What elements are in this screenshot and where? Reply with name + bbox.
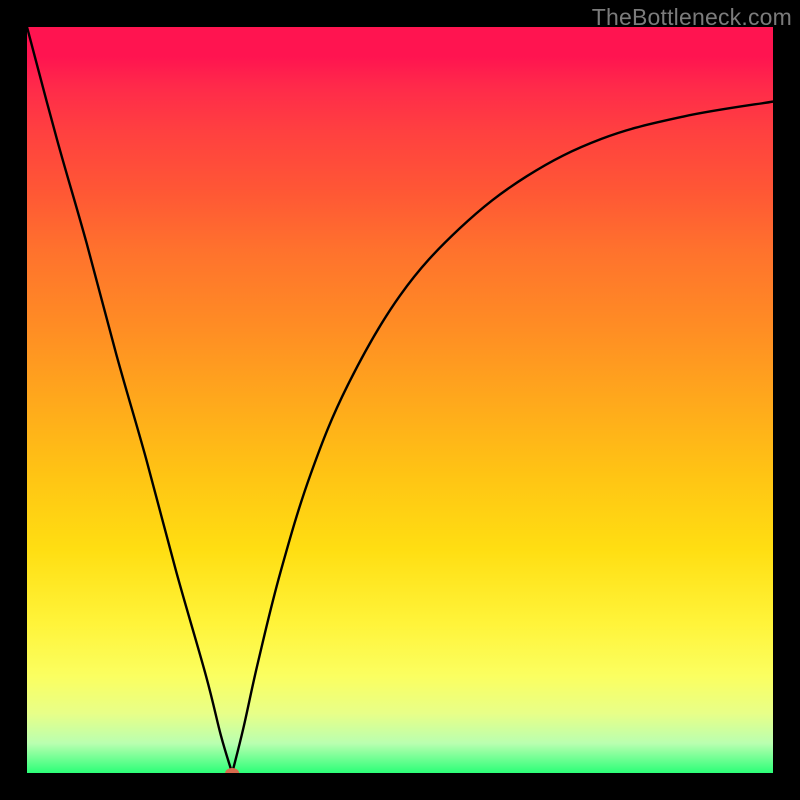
chart-frame: TheBottleneck.com xyxy=(0,0,800,800)
curve-left-branch xyxy=(27,27,232,773)
watermark-text: TheBottleneck.com xyxy=(592,4,792,31)
curve-right-branch xyxy=(232,102,773,773)
minimum-marker xyxy=(225,768,239,773)
plot-area xyxy=(27,27,773,773)
bottleneck-curve xyxy=(27,27,773,773)
